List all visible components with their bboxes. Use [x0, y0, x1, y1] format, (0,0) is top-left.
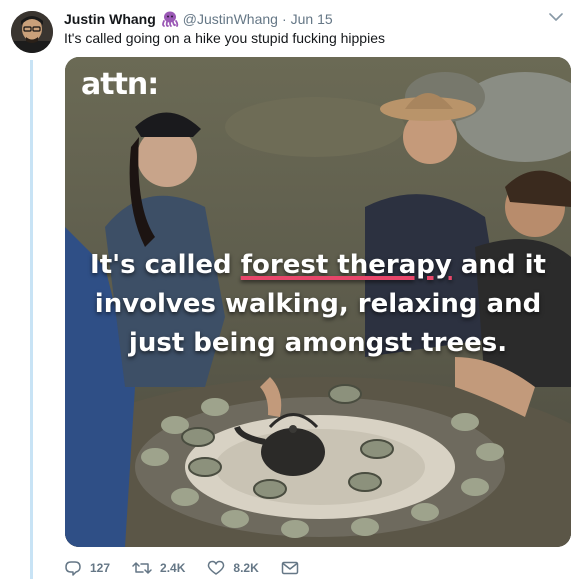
user-handle[interactable]: @JustinWhang: [183, 11, 278, 27]
media-caption: It's called forest therapy and it involv…: [65, 246, 571, 363]
caption-line-1-post: and it: [451, 250, 546, 280]
tweet-text: It's called going on a hike you stupid f…: [64, 30, 385, 46]
retweet-button[interactable]: 2.4K: [132, 560, 185, 576]
caption-line-1: It's called forest therapy and it: [65, 246, 571, 285]
attn-logo: attn:: [81, 67, 159, 102]
like-count: 8.2K: [233, 561, 259, 575]
heart-icon: [208, 560, 225, 575]
tweet-header: Justin Whang @JustinWhang · Jun 15: [64, 9, 564, 29]
caption-highlight: forest therapy: [240, 250, 452, 280]
reply-count: 127: [90, 561, 111, 575]
octopus-icon: [161, 11, 179, 27]
envelope-icon: [281, 561, 298, 575]
tweet-date[interactable]: Jun 15: [291, 11, 333, 27]
caption-line-3: just being amongst trees.: [128, 328, 508, 358]
chevron-down-icon[interactable]: [548, 10, 564, 24]
caption-line-2: involves walking, relaxing and: [94, 289, 542, 319]
retweet-count: 2.4K: [160, 561, 186, 575]
reply-button[interactable]: 127: [64, 560, 110, 576]
display-name[interactable]: Justin Whang: [64, 11, 156, 27]
caption-line-1-pre: It's called: [90, 250, 241, 280]
avatar-image: [11, 11, 53, 53]
like-button[interactable]: 8.2K: [207, 560, 259, 576]
separator-dot: ·: [281, 11, 287, 27]
tweet-actions: 127 2.4K 8.2K: [64, 558, 329, 578]
reply-icon: [65, 561, 81, 576]
retweet-icon: [132, 562, 152, 574]
direct-message-button[interactable]: [281, 561, 307, 575]
thread-line: [30, 60, 33, 579]
avatar[interactable]: [11, 11, 53, 53]
tweet-media[interactable]: attn: It's called forest therapy and it …: [65, 57, 571, 547]
